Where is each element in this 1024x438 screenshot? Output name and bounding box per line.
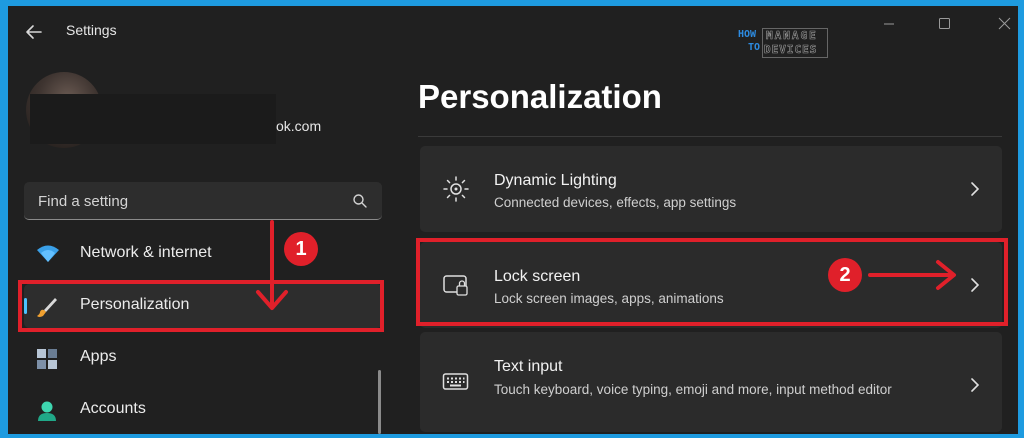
step-1-badge: 1 — [284, 232, 318, 266]
annotation-arrows — [256, 220, 956, 310]
arrow-step-1 — [256, 220, 288, 310]
arrow-step-2 — [868, 260, 956, 290]
step-2-badge: 2 — [828, 258, 862, 292]
settings-window: Settings HOW TO MANAGE DEVICES ok.com Fi… — [8, 6, 1018, 434]
